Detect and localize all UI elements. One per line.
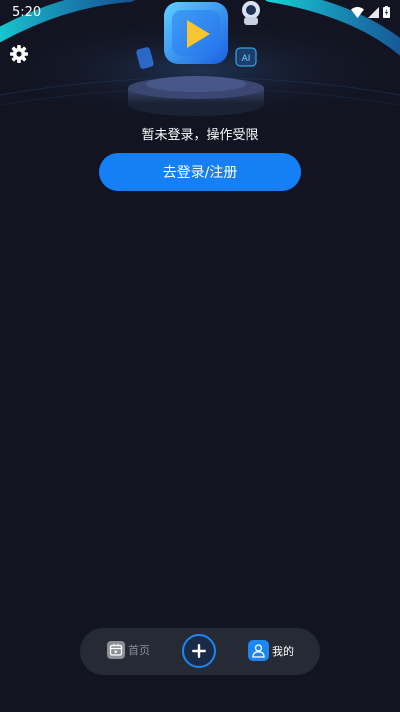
login-register-button[interactable]: 去登录/注册 (99, 153, 301, 191)
profile-screen: 5:20 AI 暂未登录，操作受限 去登录/注册 首页 我的 (0, 0, 400, 712)
status-time: 5:20 (12, 4, 42, 20)
home-icon (107, 641, 125, 659)
signal-icon (368, 6, 379, 18)
gear-icon (10, 45, 28, 63)
nav-mine[interactable]: 我的 (248, 640, 294, 661)
settings-button[interactable] (9, 44, 29, 64)
ai-badge-text: AI (242, 54, 251, 64)
login-hint-text: 暂未登录，操作受限 (141, 128, 259, 143)
status-icons (351, 6, 390, 18)
nav-home-label: 首页 (128, 644, 150, 657)
battery-icon (383, 6, 390, 18)
nav-mine-label: 我的 (272, 644, 294, 658)
plus-icon (192, 644, 206, 658)
wifi-icon (351, 6, 364, 18)
status-bar: 5:20 (0, 0, 400, 24)
user-icon (248, 640, 269, 661)
nav-home[interactable]: 首页 (107, 641, 150, 659)
bottom-nav: 首页 我的 (80, 628, 320, 675)
add-button[interactable] (182, 634, 216, 668)
